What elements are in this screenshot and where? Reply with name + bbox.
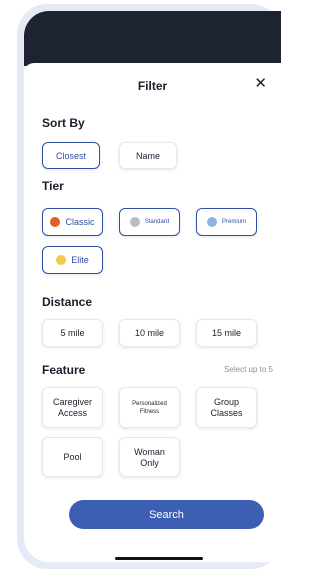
sort-name-label: Name: [135, 150, 160, 161]
feature-pool-label: Pool: [63, 452, 82, 462]
tier-classic-label: Classic: [65, 217, 95, 227]
feature-personalized-line2: Fitness: [139, 408, 160, 415]
feature-personalized-button[interactable]: Personalized Fitness: [119, 387, 180, 428]
classic-dot-icon: [50, 217, 61, 227]
tier-elite-label: Elite: [71, 255, 89, 265]
distance-label: Distance: [42, 295, 93, 309]
search-button[interactable]: Search: [69, 500, 264, 529]
sort-closest-button[interactable]: Closest: [42, 142, 100, 169]
premium-dot-icon: [206, 217, 217, 227]
feature-caregiver-line2: Access: [57, 408, 87, 418]
tier-label: Tier: [42, 179, 64, 193]
tier-standard-button[interactable]: Standard: [119, 208, 180, 236]
tier-standard-label: Standard: [144, 219, 170, 225]
feature-woman-line1: Woman: [134, 446, 165, 457]
sort-closest-label: Closest: [55, 150, 86, 161]
distance-5-label: 5 mile: [60, 328, 85, 338]
distance-10-label: 10 mile: [134, 328, 164, 338]
feature-group-button[interactable]: Group Classes: [196, 387, 257, 428]
elite-dot-icon: [56, 255, 67, 265]
tier-premium-button[interactable]: Premium: [196, 208, 257, 236]
distance-15-button[interactable]: 15 mile: [196, 319, 257, 347]
feature-caregiver-button[interactable]: Caregiver Access: [42, 387, 103, 428]
tier-classic-button[interactable]: Classic: [42, 208, 103, 236]
sort-name-button[interactable]: Name: [119, 142, 177, 169]
distance-5-button[interactable]: 5 mile: [42, 319, 103, 347]
feature-pool-button[interactable]: Pool: [42, 437, 103, 477]
feature-woman-only-button[interactable]: Woman Only: [119, 437, 180, 477]
tier-premium-label: Premium: [221, 219, 246, 225]
screen: Filter ✕ Sort By Closest Name Tier Class…: [24, 11, 281, 562]
sort-by-label: Sort By: [42, 116, 85, 130]
feature-caregiver-line1: Caregiver: [52, 397, 92, 407]
standard-dot-icon: [129, 217, 140, 227]
feature-hint: Select up to 5: [224, 365, 273, 374]
feature-label: Feature: [42, 363, 86, 377]
tier-elite-button[interactable]: Elite: [42, 246, 103, 274]
search-button-label: Search: [149, 508, 184, 521]
filter-sheet: Filter ✕ Sort By Closest Name Tier Class…: [24, 63, 281, 562]
distance-15-label: 15 mile: [211, 328, 241, 338]
status-bar: [24, 11, 281, 66]
distance-10-button[interactable]: 10 mile: [119, 319, 180, 347]
feature-group-line2: Classes: [210, 408, 243, 418]
feature-personalized-line1: Personalized: [132, 400, 167, 407]
home-indicator: [115, 557, 203, 560]
page-title: Filter: [137, 79, 168, 93]
feature-group-line1: Group: [213, 397, 239, 407]
feature-woman-line2: Only: [140, 457, 159, 468]
close-icon[interactable]: ✕: [254, 75, 267, 93]
phone-frame: Filter ✕ Sort By Closest Name Tier Class…: [17, 4, 281, 569]
